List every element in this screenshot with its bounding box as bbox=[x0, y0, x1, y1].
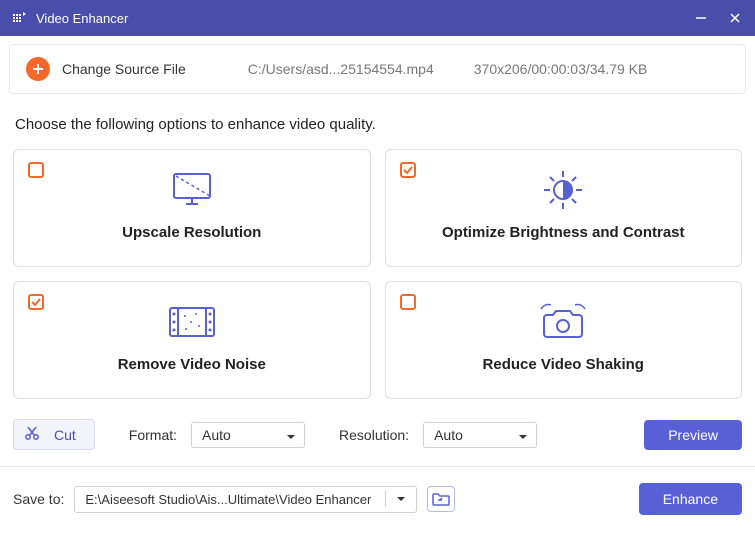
scissors-icon bbox=[24, 425, 40, 444]
close-button[interactable] bbox=[727, 10, 743, 26]
save-to-label: Save to: bbox=[13, 491, 64, 507]
option-remove-video-noise[interactable]: Remove Video Noise bbox=[13, 281, 371, 399]
instruction-text: Choose the following options to enhance … bbox=[15, 116, 746, 133]
camera-icon bbox=[537, 300, 589, 344]
enhance-button[interactable]: Enhance bbox=[639, 483, 742, 515]
app-title: Video Enhancer bbox=[36, 11, 693, 26]
film-icon bbox=[166, 300, 218, 344]
format-select[interactable]: Auto bbox=[191, 422, 305, 448]
plus-icon[interactable] bbox=[26, 57, 50, 81]
option-title: Upscale Resolution bbox=[122, 224, 261, 241]
cut-button[interactable]: Cut bbox=[13, 419, 95, 450]
resolution-select[interactable]: Auto bbox=[423, 422, 537, 448]
sun-icon bbox=[539, 168, 587, 212]
option-reduce-video-shaking[interactable]: Reduce Video Shaking bbox=[385, 281, 743, 399]
titlebar: Video Enhancer bbox=[0, 0, 755, 36]
save-path-text: E:\Aiseesoft Studio\Ais...Ultimate\Video… bbox=[75, 487, 385, 512]
monitor-icon bbox=[168, 168, 216, 212]
app-icon bbox=[12, 10, 28, 26]
resolution-value: Auto bbox=[434, 427, 463, 443]
option-title: Reduce Video Shaking bbox=[483, 356, 644, 373]
resolution-label: Resolution: bbox=[339, 427, 409, 443]
checkbox-unchecked-icon[interactable] bbox=[400, 294, 416, 310]
checkbox-checked-icon[interactable] bbox=[28, 294, 44, 310]
source-bar: Change Source File C:/Users/asd...251545… bbox=[9, 44, 746, 94]
source-file-info: 370x206/00:00:03/34.79 KB bbox=[474, 61, 648, 77]
chevron-down-icon bbox=[518, 427, 528, 443]
options-grid: Upscale Resolution bbox=[9, 149, 746, 399]
preview-button[interactable]: Preview bbox=[644, 420, 742, 450]
checkbox-unchecked-icon[interactable] bbox=[28, 162, 44, 178]
source-file-path: C:/Users/asd...25154554.mp4 bbox=[248, 61, 434, 77]
save-path-select[interactable]: E:\Aiseesoft Studio\Ais...Ultimate\Video… bbox=[74, 486, 417, 513]
bottom-bar: Save to: E:\Aiseesoft Studio\Ais...Ultim… bbox=[9, 467, 746, 521]
chevron-down-icon bbox=[286, 427, 296, 443]
open-folder-button[interactable] bbox=[427, 486, 455, 512]
cut-label: Cut bbox=[54, 427, 76, 443]
minimize-button[interactable] bbox=[693, 10, 709, 26]
change-source-button[interactable]: Change Source File bbox=[62, 61, 186, 77]
folder-icon bbox=[432, 492, 450, 506]
checkbox-checked-icon[interactable] bbox=[400, 162, 416, 178]
chevron-down-icon[interactable] bbox=[385, 491, 416, 507]
format-label: Format: bbox=[129, 427, 177, 443]
format-value: Auto bbox=[202, 427, 231, 443]
option-optimize-brightness[interactable]: Optimize Brightness and Contrast bbox=[385, 149, 743, 267]
option-title: Optimize Brightness and Contrast bbox=[442, 224, 685, 241]
option-title: Remove Video Noise bbox=[118, 356, 266, 373]
toolbar: Cut Format: Auto Resolution: Auto Previe… bbox=[9, 419, 746, 466]
option-upscale-resolution[interactable]: Upscale Resolution bbox=[13, 149, 371, 267]
